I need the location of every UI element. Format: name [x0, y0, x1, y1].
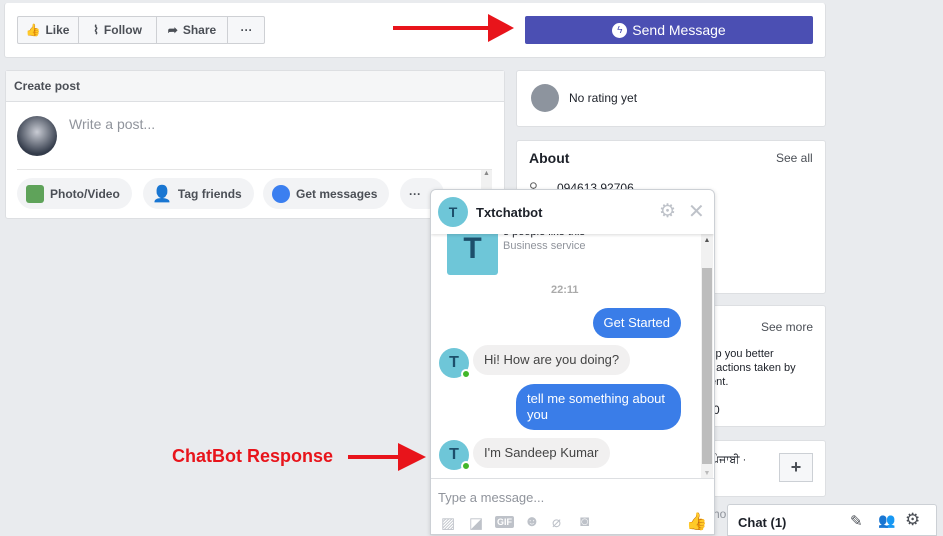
tag-friends-label: Tag friends: [177, 186, 242, 201]
share-label: Share: [182, 23, 217, 37]
message-user: tell me something about you: [516, 384, 681, 430]
page-category: Business service: [503, 240, 586, 252]
send-message-label: Send Message: [632, 22, 726, 38]
get-messages-label: Get messages: [296, 186, 378, 201]
bot-avatar-letter: T: [449, 446, 459, 463]
message-bot: Hi! How are you doing?: [473, 345, 631, 375]
photo-icon: [26, 184, 44, 203]
share-button[interactable]: ➦ Share: [157, 16, 228, 44]
gif-icon[interactable]: GIF: [495, 516, 514, 528]
info-text-1: elp you better: [707, 348, 774, 360]
share-arrow-icon: ➦: [167, 23, 178, 37]
send-message-button[interactable]: ϟ Send Message: [525, 16, 813, 44]
like-label: Like: [45, 23, 70, 37]
info-text-2: e actions taken by: [707, 362, 796, 374]
chat-bar[interactable]: Chat (1) ✎ 👥 ⚙: [727, 504, 937, 536]
language-text[interactable]: ਪੰਜਾਬੀ ·: [712, 454, 746, 467]
add-language-button[interactable]: +: [779, 453, 813, 482]
scroll-up-arrow[interactable]: ▲: [701, 237, 713, 244]
compose-icon[interactable]: ✎: [850, 512, 863, 530]
chat-bar-label: Chat (1): [738, 515, 787, 530]
chat-window: T 3 people like this Business service 22…: [430, 189, 715, 535]
messenger-icon: ϟ: [612, 22, 628, 38]
online-indicator: [461, 369, 471, 379]
chat-scrollbar[interactable]: ▲ ▼: [701, 234, 713, 479]
like-button[interactable]: 👍 Like: [17, 16, 79, 44]
red-arrow-head: [488, 14, 514, 42]
composer-divider: [431, 478, 714, 479]
post-input[interactable]: Write a post...: [69, 116, 155, 132]
chat-title[interactable]: Txtchatbot: [476, 205, 542, 220]
partial-text: ho: [713, 507, 727, 521]
tag-person-icon: 👤: [152, 185, 172, 203]
close-icon[interactable]: ✕: [688, 199, 705, 224]
rating-icon: [531, 84, 559, 112]
follow-button[interactable]: ⌇ Follow: [79, 16, 157, 44]
settings-gear-icon[interactable]: ⚙: [905, 510, 920, 530]
chat-header[interactable]: T Txtchatbot ⚙ ✕: [431, 190, 714, 234]
rating-card: [516, 70, 826, 127]
see-more-link[interactable]: See more: [761, 320, 813, 334]
scroll-down-arrow[interactable]: ▼: [701, 470, 713, 477]
tag-friends-button[interactable]: 👤 Tag friends: [143, 178, 254, 209]
red-arrow-send: [393, 26, 493, 30]
rating-text: No rating yet: [569, 91, 638, 105]
chat-settings-gear-icon[interactable]: ⚙: [659, 200, 676, 223]
follow-label: Follow: [103, 23, 142, 37]
bot-avatar-letter: T: [449, 354, 459, 371]
divider: [17, 169, 492, 170]
camera-icon[interactable]: ◙: [580, 513, 589, 530]
message-user: Get Started: [592, 308, 681, 338]
message-input[interactable]: Type a message...: [438, 490, 544, 505]
chatbot-response-label: ChatBot Response: [172, 446, 334, 466]
online-indicator: [461, 461, 471, 471]
bot-avatar: T: [439, 440, 471, 471]
red-arrow-head: [398, 443, 426, 471]
photo-video-button[interactable]: Photo/Video: [17, 178, 132, 209]
about-title: About: [529, 150, 570, 166]
message-timestamp: 22:11: [551, 284, 579, 296]
red-arrow-response: [348, 455, 403, 459]
attachment-icon[interactable]: ⌀: [552, 513, 561, 531]
chat-content: T 3 people like this Business service 22…: [431, 190, 714, 534]
thumbs-up-icon: 👍: [25, 23, 41, 37]
photo-video-label: Photo/Video: [50, 186, 120, 201]
chat-avatar: T: [438, 197, 468, 227]
sticker-icon[interactable]: ◪: [469, 514, 483, 532]
about-see-all[interactable]: See all: [776, 151, 813, 165]
scroll-thumb[interactable]: [702, 268, 712, 464]
image-icon[interactable]: ▨: [441, 514, 455, 532]
user-avatar: [17, 116, 57, 156]
messenger-icon: [272, 184, 290, 203]
friends-icon[interactable]: 👥: [878, 512, 895, 529]
thumbs-up-icon[interactable]: 👍: [686, 512, 707, 532]
rss-icon: ⌇: [93, 23, 99, 37]
emoji-icon[interactable]: ☻: [524, 513, 540, 530]
more-button[interactable]: ···: [228, 16, 265, 44]
create-post-header: Create post: [6, 71, 504, 102]
bot-avatar: T: [439, 348, 471, 379]
get-messages-button[interactable]: Get messages: [263, 178, 390, 209]
message-bot: I'm Sandeep Kumar: [473, 438, 610, 468]
